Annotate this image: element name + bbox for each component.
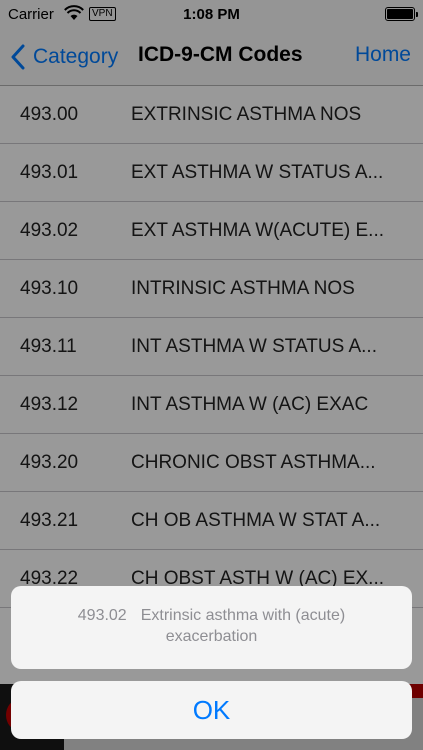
selected-description-line1: Extrinsic asthma with (acute) bbox=[140, 607, 346, 624]
action-sheet-text: 493.02 Extrinsic asthma with (acute) exac… bbox=[11, 605, 412, 647]
action-sheet-message: 493.02 Extrinsic asthma with (acute) exac… bbox=[11, 586, 412, 669]
ok-button[interactable]: OK bbox=[11, 681, 412, 739]
selected-code: 493.02 bbox=[77, 607, 127, 624]
selected-description-line2: exacerbation bbox=[165, 628, 258, 645]
